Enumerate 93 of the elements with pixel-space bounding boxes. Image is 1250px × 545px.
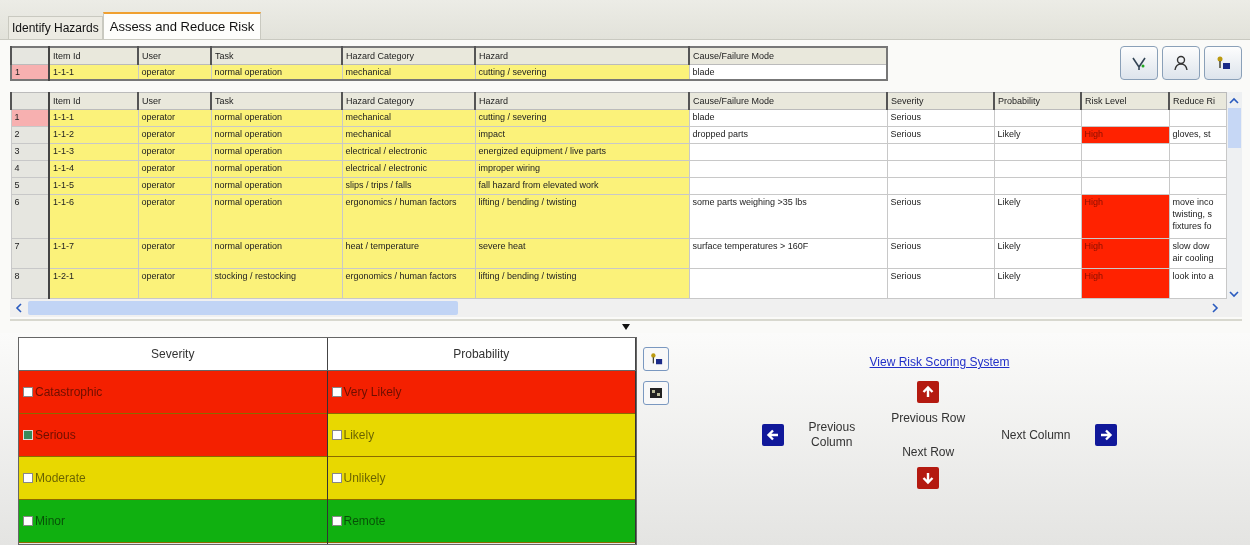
checkbox[interactable]: [23, 387, 33, 397]
table-cell: operator: [138, 268, 211, 299]
down-arrow-icon: [921, 471, 936, 485]
checkbox[interactable]: [331, 430, 342, 440]
table-cell: severe heat: [475, 238, 689, 269]
table-cell: normal operation: [211, 238, 342, 269]
table-cell: normal operation: [211, 194, 342, 239]
column-header[interactable]: Item Id: [49, 47, 138, 65]
tab[interactable]: Assess and Reduce Risk: [102, 12, 262, 39]
table-cell: High: [1081, 268, 1169, 299]
column-header[interactable]: Item Id: [49, 92, 138, 110]
insert-button[interactable]: [1204, 46, 1242, 80]
table-cell: 1-2-1: [49, 268, 138, 299]
insert-button[interactable]: [643, 347, 669, 371]
table-cell: Serious: [887, 194, 994, 239]
checkbox[interactable]: [331, 473, 342, 483]
table-cell: heat / temperature: [342, 238, 475, 269]
table-cell: Serious: [887, 238, 994, 269]
probability-option[interactable]: Unlikely: [327, 457, 635, 500]
column-header: Severity: [19, 338, 328, 370]
row-number[interactable]: 7: [11, 238, 49, 269]
table-cell: ergonomics / human factors: [342, 194, 475, 239]
filter-button[interactable]: [1120, 46, 1158, 80]
column-header[interactable]: Probability: [994, 92, 1081, 110]
table-cell: slow dow air cooling: [1169, 238, 1226, 269]
column-header[interactable]: Hazard: [475, 92, 689, 110]
person-icon: [1173, 55, 1189, 71]
column-header[interactable]: Reduce Ri: [1169, 92, 1226, 110]
scroll-up-icon: [1228, 96, 1241, 106]
table-cell: stocking / restocking: [211, 268, 342, 299]
column-header[interactable]: User: [138, 92, 211, 110]
column-header[interactable]: Hazard Category: [342, 47, 475, 65]
scrollbar-thumb[interactable]: [28, 301, 458, 315]
table-cell: High: [1081, 194, 1169, 239]
column-header[interactable]: Severity: [887, 92, 994, 110]
risk-scoring-link[interactable]: View Risk Scoring System: [869, 355, 1010, 369]
up-arrow-icon: [921, 385, 936, 399]
column-header[interactable]: Hazard: [475, 47, 689, 65]
column-header[interactable]: Cause/Failure Mode: [689, 47, 887, 65]
table-cell: lifting / bending / twisting: [475, 268, 689, 299]
column-header[interactable]: Task: [211, 92, 342, 110]
next-row-button[interactable]: [917, 467, 940, 489]
table-cell: operator: [138, 238, 211, 269]
next-column-button[interactable]: [1094, 424, 1117, 446]
table-cell: 1-1-6: [49, 194, 138, 239]
grid-icon: [649, 387, 663, 399]
severity-option[interactable]: Moderate: [19, 457, 327, 500]
table-cell: Likely: [994, 194, 1081, 239]
table-cell: 1-1-7: [49, 238, 138, 269]
checkbox[interactable]: [331, 387, 342, 397]
checkbox[interactable]: [331, 516, 342, 526]
pin-icon: [1215, 55, 1231, 71]
row-number[interactable]: 8: [11, 268, 49, 299]
left-arrow-icon: [766, 428, 781, 442]
table-button[interactable]: [643, 381, 669, 405]
table-cell: move inco twisting, s fixtures fo: [1169, 194, 1226, 239]
column-header[interactable]: Risk Level: [1081, 92, 1169, 110]
column-header[interactable]: Task: [211, 47, 342, 65]
table-cell: lifting / bending / twisting: [475, 194, 689, 239]
table-cell: look into a: [1169, 268, 1226, 299]
row-number[interactable]: 6: [11, 194, 49, 239]
table-cell: Likely: [994, 238, 1081, 269]
scroll-left-icon: [14, 302, 24, 314]
table-cell: some parts weighing >35 lbs: [689, 194, 887, 239]
table-cell: Likely: [994, 268, 1081, 299]
checkbox[interactable]: [23, 473, 33, 483]
scroll-right-icon: [1210, 302, 1220, 314]
next-column-label: Next Column: [1001, 428, 1071, 442]
scroll-down-icon: [1228, 289, 1241, 299]
column-header[interactable]: Hazard Category: [342, 92, 475, 110]
collapse-icon: [621, 324, 631, 330]
previous-row-label: Previous Row: [891, 411, 966, 425]
checkbox[interactable]: [23, 516, 33, 526]
table-cell: High: [1081, 238, 1169, 269]
table-cell: Serious: [887, 268, 994, 299]
pin-icon: [649, 352, 663, 366]
user-button[interactable]: [1162, 46, 1200, 80]
scrollbar-thumb[interactable]: [1227, 108, 1241, 148]
right-arrow-icon: [1098, 428, 1113, 442]
previous-row-button[interactable]: [917, 381, 940, 403]
horizontal-scrollbar[interactable]: [10, 299, 1242, 317]
previous-column-label: Previous Column: [808, 420, 856, 450]
next-row-label: Next Row: [902, 445, 955, 459]
table-cell: surface temperatures > 160F: [689, 238, 887, 269]
column-header[interactable]: Cause/Failure Mode: [689, 92, 887, 110]
tab[interactable]: Identify Hazards: [8, 16, 103, 39]
table-cell: operator: [138, 194, 211, 239]
previous-column-button[interactable]: [762, 424, 785, 446]
column-header[interactable]: User: [138, 47, 211, 65]
filter-icon: [1131, 55, 1147, 71]
column-header: Probability: [327, 338, 636, 370]
probability-option[interactable]: Likely: [327, 414, 635, 457]
table-cell: ergonomics / human factors: [342, 268, 475, 299]
